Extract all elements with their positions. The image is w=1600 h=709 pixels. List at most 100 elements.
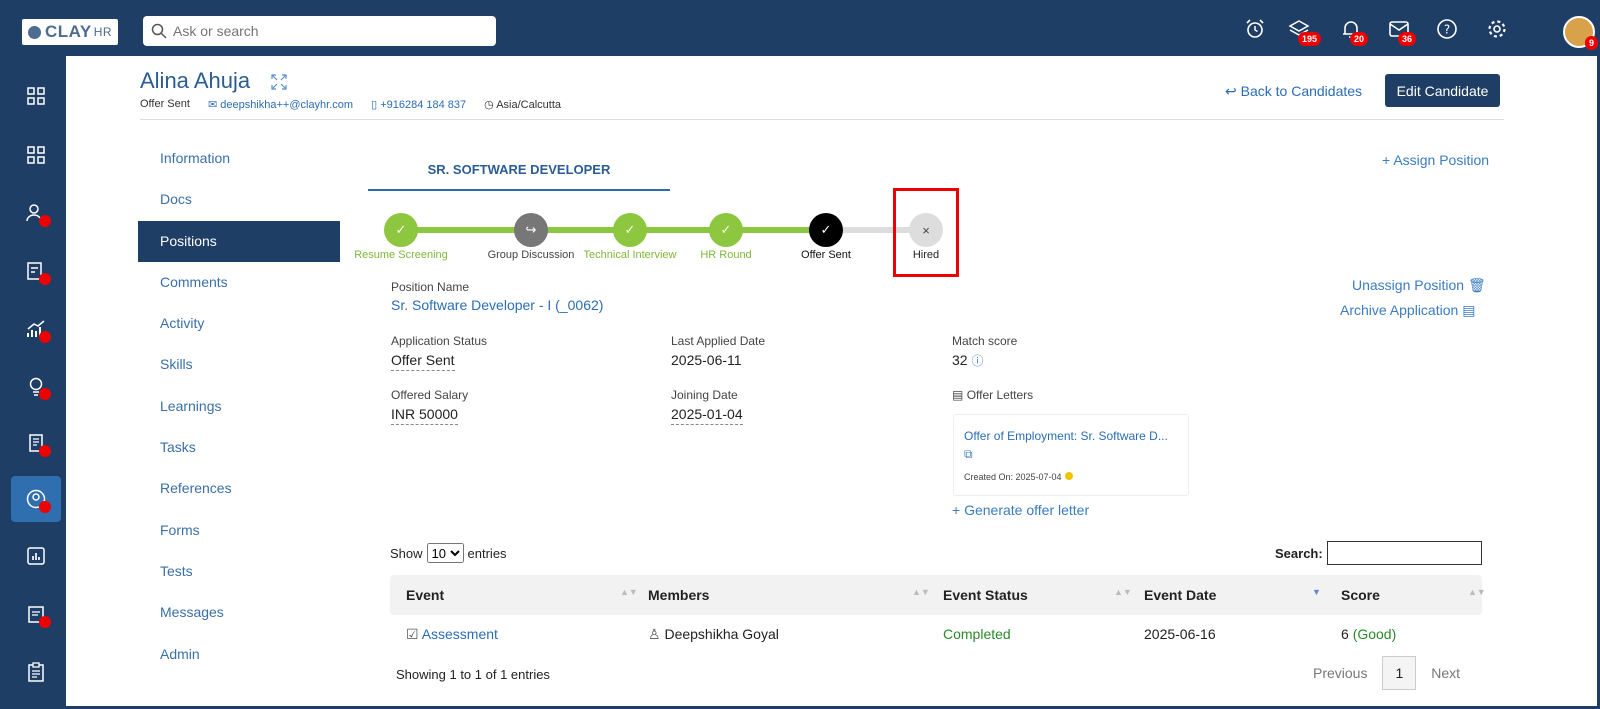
notification-dot (39, 215, 51, 227)
divider (140, 119, 1504, 120)
sidebar-apps[interactable] (11, 132, 61, 178)
pipeline-stage-technical-interview[interactable]: ✓ Technical Interview (584, 213, 676, 261)
offer-letter-card: Offer of Employment: Sr. Software D... ⧉… (953, 414, 1189, 496)
candidate-name: Alina Ahuja (140, 68, 251, 93)
user-icon: ♙ (648, 626, 661, 642)
bell-badge: 20 (1350, 32, 1369, 46)
table-search-input[interactable] (1327, 541, 1482, 565)
sidebar-charts[interactable] (11, 533, 61, 579)
generate-offer-letter-link[interactable]: + Generate offer letter (952, 502, 1089, 518)
application-status-value[interactable]: Offer Sent (391, 352, 455, 371)
column-members[interactable]: Members (648, 587, 709, 603)
external-link-icon[interactable]: ⧉ (964, 447, 1178, 462)
column-score[interactable]: Score (1341, 587, 1380, 603)
sidebar-reports[interactable] (11, 248, 61, 294)
match-score: 32 ⓘ (952, 352, 983, 369)
stage-status-icon: ✓ (709, 213, 743, 247)
member-cell: ♙ Deepshikha Goyal (648, 626, 779, 643)
mail-icon[interactable]: 36 (1388, 18, 1417, 46)
global-search[interactable] (143, 16, 496, 46)
last-applied-value: 2025-06-11 (671, 352, 742, 368)
pagination: Previous 1 Next (1298, 656, 1475, 690)
candidate-phone[interactable]: ▯ +916284 184 837 (371, 98, 466, 111)
page-1-button[interactable]: 1 (1382, 656, 1417, 690)
sidebar-ideas[interactable] (11, 363, 61, 409)
pipeline-stage-hr-round[interactable]: ✓ HR Round (700, 213, 752, 261)
unassign-position-link[interactable]: Unassign Position 🗑 (1352, 277, 1486, 294)
nav-item-tasks[interactable]: Tasks (138, 427, 340, 468)
pipeline-connector (643, 227, 713, 233)
score-cell: 6 (Good) (1341, 626, 1396, 642)
stage-label: Technical Interview (583, 249, 677, 261)
offered-salary-value[interactable]: INR 50000 (391, 406, 458, 425)
event-status-cell: Completed (943, 626, 1011, 642)
entries-select[interactable]: 10 (426, 543, 464, 563)
bell-icon[interactable]: 20 (1340, 18, 1369, 46)
back-label: Back to Candidates (1240, 83, 1363, 99)
table-row: ☑ Assessment ♙ Deepshikha Goyal Complete… (390, 620, 1482, 650)
nav-item-positions[interactable]: Positions (138, 220, 340, 262)
sort-desc-icon[interactable]: ▼ (1312, 587, 1321, 597)
search-icon (151, 23, 167, 39)
expand-icon[interactable] (271, 74, 287, 93)
sort-icon[interactable]: ▲▼ (912, 587, 930, 597)
nav-item-information[interactable]: Information (138, 138, 340, 179)
joining-date-value[interactable]: 2025-01-04 (671, 406, 743, 425)
nav-item-comments[interactable]: Comments (138, 262, 340, 303)
previous-page-button[interactable]: Previous (1298, 665, 1382, 681)
sidebar-candidates[interactable] (11, 476, 61, 522)
notification-dot (39, 501, 51, 513)
pipeline-stage-group-discussion[interactable]: ↪ Group Discussion (488, 213, 574, 261)
edit-candidate-button[interactable]: Edit Candidate (1385, 74, 1500, 107)
assign-position-label: Assign Position (1393, 152, 1490, 168)
nav-item-tests[interactable]: Tests (138, 551, 340, 592)
pipeline-stage-offer-sent[interactable]: ✓ Offer Sent (801, 213, 851, 261)
nav-item-learnings[interactable]: Learnings (138, 386, 340, 427)
joining-date-label: Joining Date (671, 388, 738, 402)
sidebar-dashboard[interactable] (11, 73, 61, 119)
nav-item-docs[interactable]: Docs (138, 179, 340, 220)
question-icon[interactable]: ⓘ (971, 354, 983, 368)
gear-icon[interactable] (1486, 18, 1510, 42)
column-event-date[interactable]: Event Date (1144, 587, 1216, 603)
sidebar-documents[interactable] (11, 420, 61, 466)
user-avatar[interactable]: 9 (1563, 16, 1599, 50)
sort-icon[interactable]: ▲▼ (1114, 587, 1132, 597)
nav-item-forms[interactable]: Forms (138, 510, 340, 551)
event-cell[interactable]: ☑ Assessment (406, 626, 498, 643)
offer-letter-title[interactable]: Offer of Employment: Sr. Software D... (964, 429, 1178, 443)
help-icon[interactable]: ? (1436, 18, 1460, 42)
sort-icon[interactable]: ▲▼ (1468, 587, 1486, 597)
column-event[interactable]: Event (406, 587, 444, 603)
avatar-badge: 9 (1585, 36, 1599, 50)
candidate-email[interactable]: ✉ deepshikha++@clayhr.com (208, 98, 353, 111)
stage-status-icon: ↪ (514, 213, 548, 247)
pipeline-stage-resume-screening[interactable]: ✓ Resume Screening (354, 213, 448, 261)
sidebar-assessments[interactable] (11, 591, 61, 637)
alarm-clock-icon[interactable] (1244, 18, 1268, 42)
nav-item-activity[interactable]: Activity (138, 303, 340, 344)
global-search-input[interactable] (173, 23, 473, 39)
layers-icon[interactable]: 195 (1288, 18, 1322, 46)
sidebar-checklist[interactable] (11, 649, 61, 695)
tab-sr-software-developer[interactable]: SR. SOFTWARE DEVELOPER (368, 154, 670, 191)
nav-item-skills[interactable]: Skills (138, 344, 340, 385)
offer-created-value: Created On: 2025-07-04 (964, 472, 1062, 482)
nav-item-messages[interactable]: Messages (138, 592, 340, 633)
envelope-icon: ✉ (207, 99, 218, 111)
clayhr-logo[interactable]: CLAY HR (22, 19, 118, 45)
column-event-status[interactable]: Event Status (943, 587, 1028, 603)
assign-position-link[interactable]: + Assign Position (1382, 152, 1489, 168)
archive-application-link[interactable]: Archive Application ▤ (1340, 302, 1475, 319)
sort-icon[interactable]: ▲▼ (620, 587, 638, 597)
sidebar-people[interactable] (11, 190, 61, 236)
notification-dot (39, 273, 51, 285)
back-to-candidates-link[interactable]: ↩ Back to Candidates (1225, 83, 1362, 100)
next-page-button[interactable]: Next (1416, 665, 1475, 681)
position-name-link[interactable]: Sr. Software Developer - I (_0062) (391, 297, 603, 313)
main-content: Alina Ahuja Offer Sent ✉ deepshikha++@cl… (66, 56, 1597, 706)
nav-item-references[interactable]: References (138, 468, 340, 509)
sidebar-analytics[interactable] (11, 306, 61, 352)
grid-icon (27, 87, 45, 105)
nav-item-admin[interactable]: Admin (138, 634, 340, 675)
